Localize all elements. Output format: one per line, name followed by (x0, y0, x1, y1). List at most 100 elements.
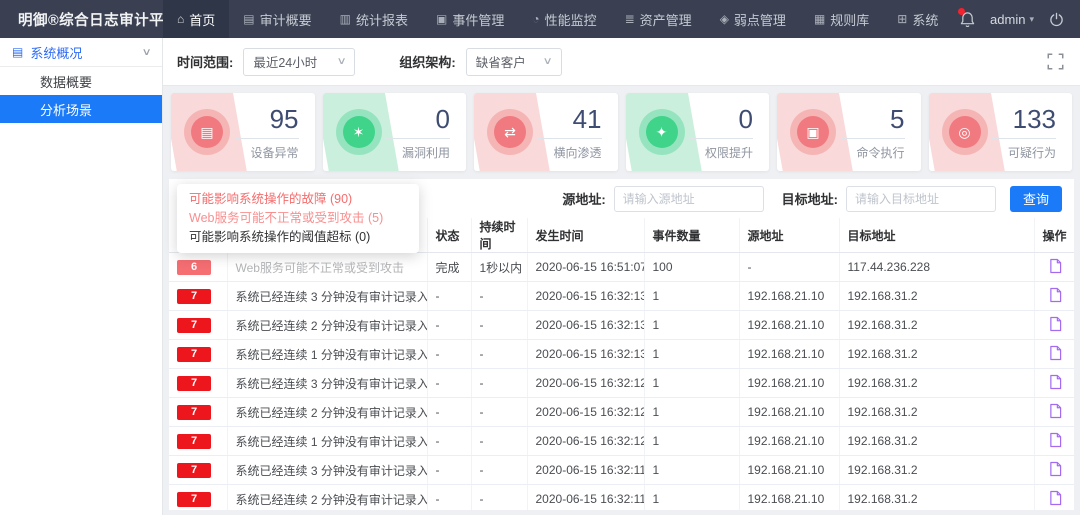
nav-item-label: 首页 (189, 10, 215, 29)
report-icon: ▤ (243, 12, 254, 26)
alert-src: 192.168.21.10 (739, 398, 839, 427)
view-detail-doc-icon[interactable] (1049, 287, 1062, 303)
level-badge: 7 (177, 434, 211, 449)
alert-status: - (427, 456, 471, 485)
alert-time: 2020-06-15 16:51:07 (527, 253, 644, 282)
nav-item-label: 规则库 (830, 10, 869, 29)
sidebar-group-system-overview[interactable]: ▤ 系统概况 ∨ (0, 38, 162, 67)
alert-count: 1 (644, 427, 739, 456)
alert-name: 系统已经连续 3 分钟没有审计记录入库 (227, 456, 427, 485)
stat-card[interactable]: ✦ 0 权限提升 (626, 93, 770, 171)
alert-name: 系统已经连续 2 分钟没有审计记录入库 (227, 311, 427, 340)
alert-status: 完成 (427, 253, 471, 282)
table-body: 6 Web服务可能不正常或受到攻击 完成 1秒以内 2020-06-15 16:… (169, 253, 1074, 511)
nav-item[interactable]: ▣ 事件管理 (422, 0, 518, 38)
nav-item[interactable]: ◈ 弱点管理 (706, 0, 800, 38)
alert-type-popup: 可能影响系统操作的故障 (90) Web服务可能不正常或受到攻击 (5) 可能影… (177, 184, 419, 253)
level-badge: 7 (177, 289, 211, 304)
view-detail-doc-icon[interactable] (1049, 461, 1062, 477)
level-badge: 6 (177, 260, 211, 275)
dst-address-input[interactable] (846, 186, 996, 212)
nav-item[interactable]: ▥ 统计报表 (326, 0, 422, 38)
popup-item[interactable]: Web服务可能不正常或受到攻击 (5) (177, 209, 419, 228)
stat-label: 设备异常 (235, 144, 299, 161)
view-detail-doc-icon[interactable] (1049, 403, 1062, 419)
navbar-right: admin ▾ (960, 11, 1080, 27)
nav-item-label: 审计概要 (260, 10, 312, 29)
alert-duration: 1秒以内 (471, 253, 527, 282)
alert-dst: 192.168.31.2 (839, 398, 1034, 427)
sidebar-item[interactable]: 数据概要 (0, 67, 162, 95)
notification-bell-icon[interactable] (960, 11, 975, 27)
level-badge: 7 (177, 463, 211, 478)
alert-name: 系统已经连续 3 分钟没有审计记录入库 (227, 369, 427, 398)
alert-count: 1 (644, 485, 739, 511)
nav-item[interactable]: ▤ 审计概要 (229, 0, 325, 38)
alert-src: 192.168.21.10 (739, 282, 839, 311)
asset-icon: ≣ (625, 12, 635, 26)
alert-count: 1 (644, 311, 739, 340)
sidebar: ▤ 系统概况 ∨ 数据概要 分析场景 (0, 38, 163, 515)
alert-src: 192.168.21.10 (739, 311, 839, 340)
stat-card[interactable]: ▤ 95 设备异常 (171, 93, 315, 171)
alert-dst: 192.168.31.2 (839, 369, 1034, 398)
src-address-input[interactable] (614, 186, 764, 212)
system-icon: ⊞ (897, 12, 907, 26)
org-select[interactable]: 缺省客户 ∨ (466, 48, 562, 76)
popup-item[interactable]: 可能影响系统操作的故障 (90) (177, 190, 419, 209)
alert-duration: - (471, 456, 527, 485)
stat-card[interactable]: ⇄ 41 横向渗透 (474, 93, 618, 171)
alert-count: 1 (644, 282, 739, 311)
view-detail-doc-icon[interactable] (1049, 490, 1062, 506)
alert-dst: 192.168.31.2 (839, 427, 1034, 456)
lock-icon: ✦ (646, 116, 678, 148)
alert-duration: - (471, 485, 527, 511)
alert-duration: - (471, 282, 527, 311)
org-label: 组织架构: (399, 52, 455, 71)
table-row: 7 系统已经连续 1 分钟没有审计记录入库 - - 2020-06-15 16:… (169, 427, 1074, 456)
column-header: 状态 (427, 218, 471, 253)
stat-card[interactable]: ◎ 133 可疑行为 (929, 93, 1073, 171)
column-header: 源地址 (739, 218, 839, 253)
stat-card[interactable]: ✶ 0 漏洞利用 (323, 93, 467, 171)
fullscreen-icon[interactable] (1047, 53, 1064, 73)
view-detail-doc-icon[interactable] (1049, 374, 1062, 390)
home-icon: ⌂ (177, 12, 184, 26)
alert-duration: - (471, 398, 527, 427)
column-header: 发生时间 (527, 218, 644, 253)
view-detail-doc-icon[interactable] (1049, 316, 1062, 332)
view-detail-doc-icon[interactable] (1049, 432, 1062, 448)
alert-time: 2020-06-15 16:32:13 (527, 340, 644, 369)
user-menu[interactable]: admin ▾ (990, 12, 1034, 27)
table-row: 7 系统已经连续 3 分钟没有审计记录入库 - - 2020-06-15 16:… (169, 456, 1074, 485)
stat-card[interactable]: ▣ 5 命令执行 (777, 93, 921, 171)
sidebar-item[interactable]: 分析场景 (0, 95, 162, 123)
search-button[interactable]: 查询 (1010, 186, 1062, 212)
nav-item[interactable]: ◔ 性能监控 (518, 0, 610, 38)
alert-status: - (427, 398, 471, 427)
popup-item[interactable]: 可能影响系统操作的阈值超标 (0) (177, 228, 419, 247)
alert-src: - (739, 253, 839, 282)
time-range-select[interactable]: 最近24小时 ∨ (243, 48, 355, 76)
nav-item[interactable]: ⌂ 首页 (163, 0, 229, 38)
chevron-down-icon: ∨ (141, 47, 151, 58)
table-row: 7 系统已经连续 2 分钟没有审计记录入库 - - 2020-06-15 16:… (169, 485, 1074, 511)
power-icon[interactable] (1049, 12, 1064, 27)
notification-dot (958, 8, 965, 15)
alert-dst: 192.168.31.2 (839, 456, 1034, 485)
nav-item-label: 资产管理 (640, 10, 692, 29)
stat-value: 5 (841, 104, 905, 139)
nav-item[interactable]: ⊞ 系统 (883, 0, 952, 38)
stat-value: 0 (689, 104, 753, 139)
view-detail-doc-icon[interactable] (1049, 258, 1062, 274)
stat-cards: ▤ 95 设备异常 ✶ 0 漏洞利用 (163, 86, 1080, 171)
filter-panel: 时间范围: 最近24小时 ∨ 组织架构: 缺省客户 ∨ (163, 38, 1080, 86)
alert-count: 100 (644, 253, 739, 282)
alert-name: 系统已经连续 1 分钟没有审计记录入库 (227, 427, 427, 456)
alert-time: 2020-06-15 16:32:12 (527, 427, 644, 456)
nav-item[interactable]: ≣ 资产管理 (611, 0, 706, 38)
view-detail-doc-icon[interactable] (1049, 345, 1062, 361)
nav-item[interactable]: ▦ 规则库 (800, 0, 883, 38)
alert-status: - (427, 427, 471, 456)
brand-title: 明御®综合日志审计平台 (18, 9, 179, 30)
